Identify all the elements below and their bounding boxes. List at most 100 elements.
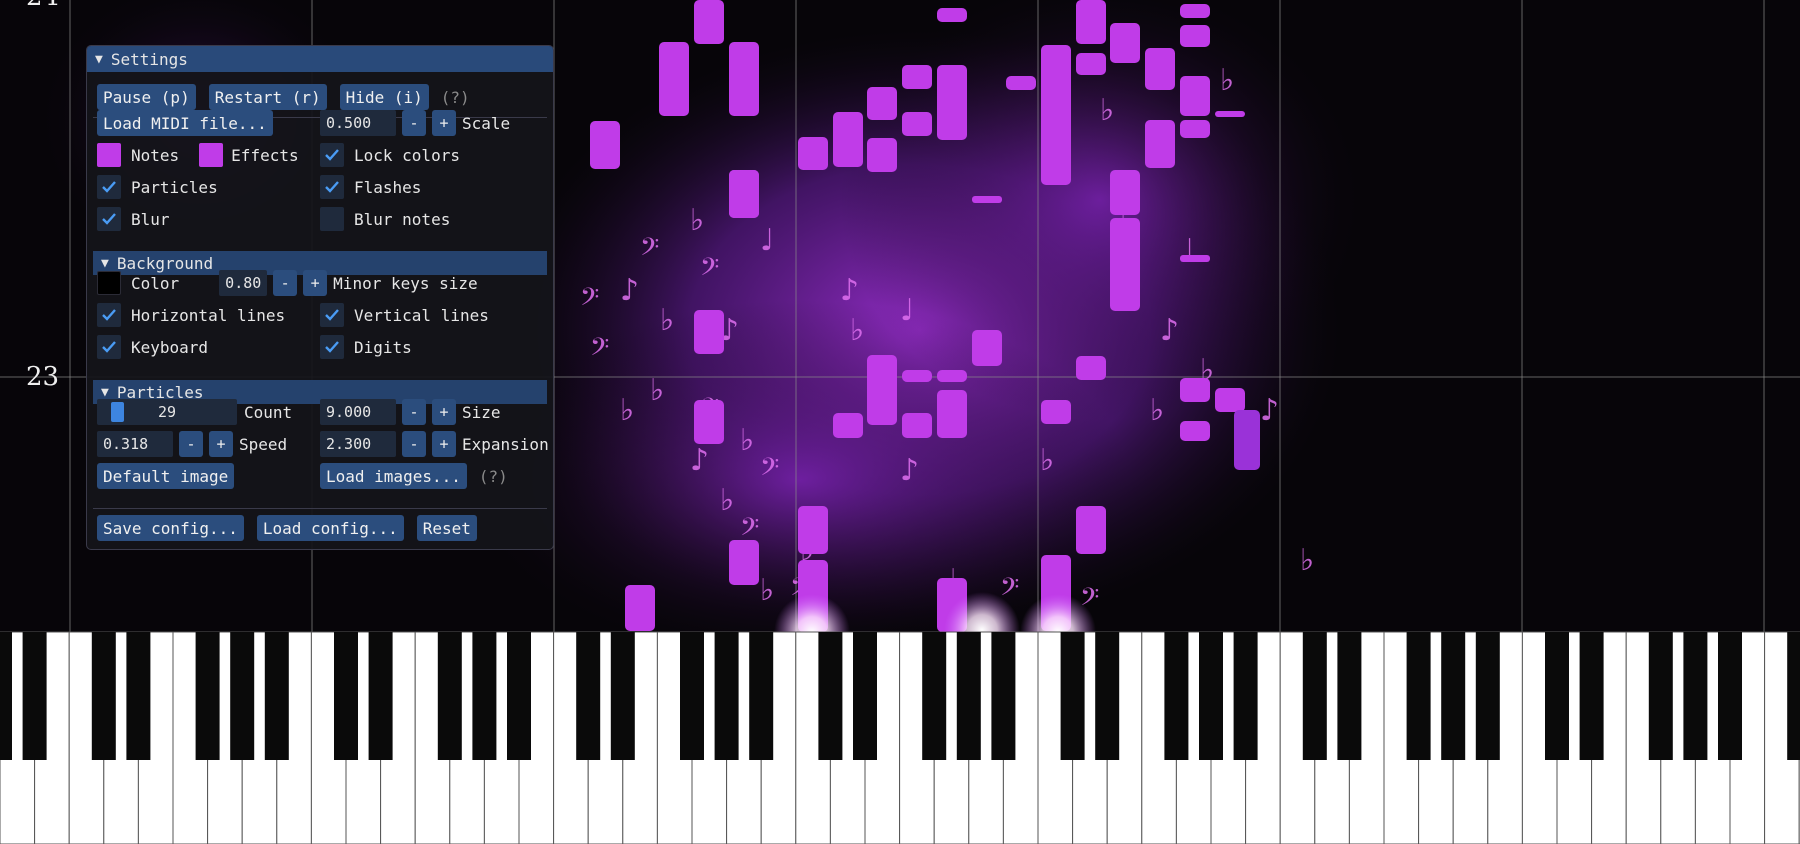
horizontal-lines-checkbox[interactable]: [97, 303, 121, 327]
svg-text:♭: ♭: [660, 303, 674, 338]
black-key: [1164, 632, 1189, 760]
restart-button[interactable]: Restart (r): [208, 84, 327, 110]
particle-size-input[interactable]: 9.000: [320, 399, 396, 425]
background-color-label: Color: [131, 273, 180, 293]
particle-count-value: 29: [157, 403, 177, 421]
black-key: [230, 632, 255, 760]
horizontal-lines-label: Horizontal lines: [131, 305, 286, 325]
black-key: [1233, 632, 1258, 760]
particle-count-label: Count: [244, 402, 293, 422]
expansion-plus-button[interactable]: +: [432, 431, 456, 457]
svg-text:𝄢: 𝄢: [760, 453, 779, 488]
effects-color-swatch[interactable]: [199, 143, 224, 167]
svg-text:♪: ♪: [1160, 313, 1179, 348]
scale-input[interactable]: 0.500: [320, 110, 396, 136]
particles-checkbox[interactable]: [97, 175, 121, 199]
expansion-minus-button[interactable]: -: [402, 431, 426, 457]
background-color-swatch[interactable]: [97, 271, 121, 295]
size-plus-button[interactable]: +: [432, 399, 456, 425]
blur-notes-label: Blur notes: [354, 209, 451, 229]
measure-digit-mid: 23: [26, 362, 60, 392]
scale-minus-button[interactable]: -: [402, 110, 426, 136]
black-key: [334, 632, 358, 760]
flashes-label: Flashes: [354, 177, 422, 197]
collapse-triangle-icon[interactable]: ▼: [95, 52, 103, 67]
black-key: [1199, 632, 1223, 760]
notes-color-swatch[interactable]: [97, 143, 121, 167]
black-key: [1683, 632, 1708, 760]
blur-notes-checkbox[interactable]: [320, 207, 344, 231]
checkmark-icon: [325, 149, 339, 161]
svg-text:♪: ♪: [1260, 393, 1279, 428]
reset-button[interactable]: Reset: [416, 515, 477, 541]
load-midi-button[interactable]: Load MIDI file...: [97, 110, 273, 136]
scale-label: Scale: [462, 113, 511, 133]
black-key: [1060, 632, 1085, 760]
blur-checkbox[interactable]: [97, 207, 121, 231]
black-key: [126, 632, 151, 760]
speed-plus-button[interactable]: +: [209, 431, 233, 457]
particle-count-slider[interactable]: 29: [97, 399, 237, 425]
settings-titlebar[interactable]: ▼ Settings: [87, 46, 553, 72]
collapse-triangle-icon[interactable]: ▼: [101, 385, 109, 400]
black-key: [0, 632, 12, 760]
svg-text:♭: ♭: [1100, 93, 1114, 128]
checkmark-icon: [325, 341, 339, 353]
svg-text:♩: ♩: [900, 293, 914, 328]
notes-label: Notes: [131, 145, 180, 165]
scale-plus-button[interactable]: +: [432, 110, 456, 136]
collapse-triangle-icon[interactable]: ▼: [101, 256, 109, 271]
minor-keys-plus-button[interactable]: +: [303, 270, 328, 296]
svg-text:♭: ♭: [850, 313, 864, 348]
black-key: [1475, 632, 1500, 760]
hide-button[interactable]: Hide (i): [339, 84, 429, 110]
load-config-button[interactable]: Load config...: [256, 515, 404, 541]
flashes-checkbox[interactable]: [320, 175, 344, 199]
pause-button[interactable]: Pause (p): [97, 84, 196, 110]
lock-colors-checkbox[interactable]: [320, 143, 344, 167]
black-key: [264, 632, 289, 760]
particle-speed-input[interactable]: 0.318: [97, 431, 173, 457]
effects-label: Effects: [231, 145, 299, 165]
digits-checkbox[interactable]: [320, 335, 344, 359]
checkmark-icon: [102, 341, 116, 353]
svg-text:♭: ♭: [1300, 543, 1314, 578]
particle-expansion-input[interactable]: 2.300: [320, 431, 396, 457]
size-minus-button[interactable]: -: [402, 399, 426, 425]
svg-text:♭: ♭: [1220, 63, 1234, 98]
save-config-button[interactable]: Save config...: [97, 515, 244, 541]
vertical-lines-checkbox[interactable]: [320, 303, 344, 327]
black-key: [1718, 632, 1742, 760]
measure-digit-top: 24: [26, 0, 59, 10]
svg-text:♭: ♭: [620, 393, 634, 428]
blur-label: Blur: [131, 209, 170, 229]
settings-title: Settings: [110, 49, 188, 69]
black-key: [749, 632, 774, 760]
svg-text:♪: ♪: [900, 453, 919, 488]
black-key: [437, 632, 462, 760]
help-hint[interactable]: (?): [441, 88, 470, 107]
lock-colors-label: Lock colors: [354, 145, 460, 165]
settings-window: ▼ Settings Pause (p) Restart (r) Hide (i…: [86, 45, 554, 550]
minor-keys-input[interactable]: 0.80: [219, 270, 268, 296]
particles-label: Particles: [131, 177, 218, 197]
black-key: [853, 632, 877, 760]
svg-text:♭: ♭: [720, 483, 734, 518]
checkmark-icon: [102, 309, 116, 321]
black-key: [368, 632, 393, 760]
default-image-button[interactable]: Default image: [97, 463, 235, 489]
minor-keys-label: Minor keys size: [333, 273, 478, 293]
keyboard-checkbox[interactable]: [97, 335, 121, 359]
load-images-button[interactable]: Load images...: [320, 463, 467, 489]
svg-text:𝄢: 𝄢: [580, 283, 599, 318]
help-hint[interactable]: (?): [479, 467, 508, 486]
slider-grab[interactable]: [110, 402, 124, 422]
speed-minus-button[interactable]: -: [179, 431, 203, 457]
minor-keys-minus-button[interactable]: -: [273, 270, 298, 296]
black-key: [1648, 632, 1673, 760]
vertical-lines-label: Vertical lines: [354, 305, 489, 325]
black-key: [1337, 632, 1362, 760]
svg-text:♪: ♪: [690, 443, 709, 478]
svg-text:♭: ♭: [1040, 443, 1054, 478]
svg-text:♭: ♭: [740, 423, 754, 458]
